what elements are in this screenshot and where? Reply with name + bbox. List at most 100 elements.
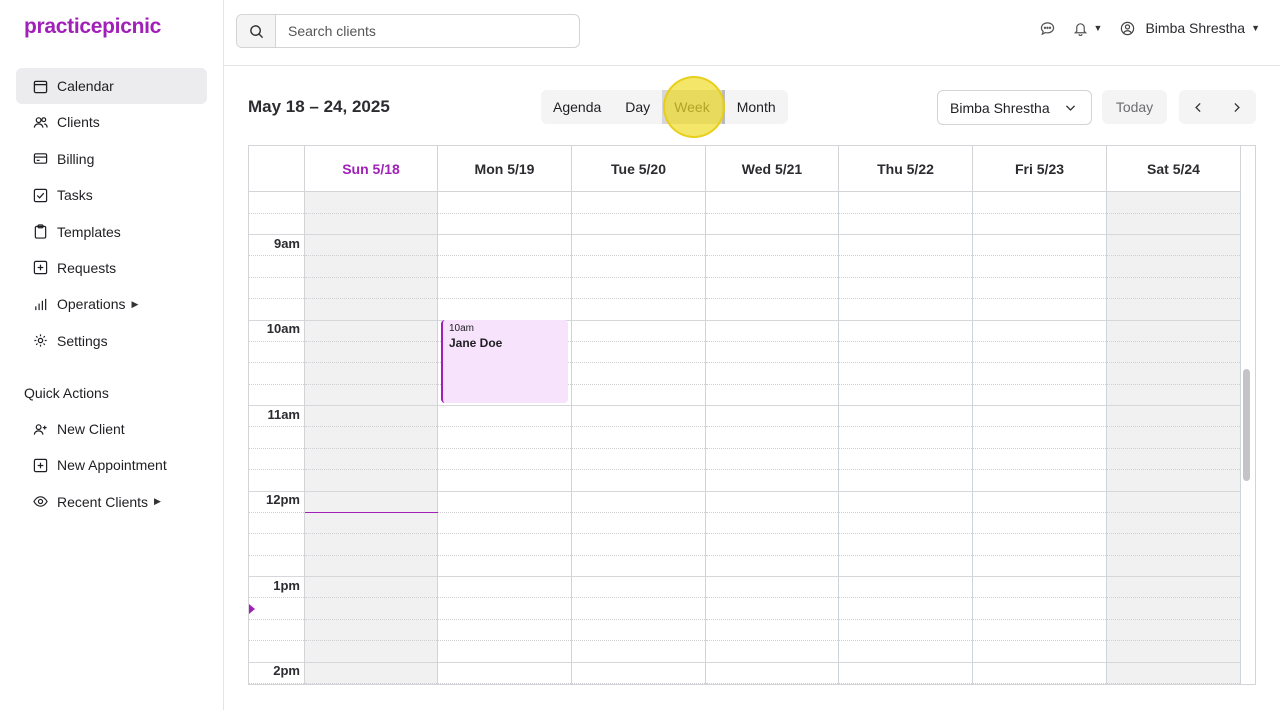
time-slot-line (839, 576, 972, 577)
event-title: Jane Doe (449, 336, 503, 350)
time-slot-line (839, 533, 972, 534)
quick-action-new-client[interactable]: New Client (16, 411, 207, 447)
plus-square-icon (32, 457, 48, 473)
time-slot-line (438, 469, 571, 470)
time-slot-line (839, 555, 972, 556)
day-column-sun[interactable] (305, 192, 438, 684)
time-slot-line (1107, 213, 1240, 214)
time-slot-line (572, 619, 705, 620)
time-slot-line (572, 683, 705, 684)
caret-down-icon: ▼ (1093, 23, 1103, 33)
chat-icon[interactable] (1040, 21, 1055, 36)
current-time-indicator (249, 604, 255, 614)
notifications-menu[interactable]: ▼ (1073, 21, 1103, 36)
quick-action-new-appointment[interactable]: New Appointment (16, 447, 207, 483)
day-column-mon[interactable] (438, 192, 572, 684)
sidebar-item-label: Settings (57, 332, 108, 349)
time-slot-line (249, 512, 304, 513)
prev-week-button[interactable] (1179, 90, 1218, 124)
sidebar-item-settings[interactable]: Settings (16, 323, 207, 359)
time-slot-line (839, 234, 972, 235)
quick-action-label: Recent Clients (57, 493, 149, 510)
gear-icon (32, 333, 48, 349)
day-header-thu[interactable]: Thu 5/22 (839, 146, 973, 192)
today-button[interactable]: Today (1102, 90, 1167, 124)
users-icon (32, 114, 48, 130)
day-column-fri[interactable] (973, 192, 1107, 684)
time-slot-line (438, 619, 571, 620)
time-slot-line (305, 683, 437, 684)
appointment-event[interactable]: 10am Jane Doe (441, 320, 568, 403)
time-slot-line (839, 405, 972, 406)
time-slot-line (572, 362, 705, 363)
time-gutter-header (249, 146, 305, 192)
time-slot-line (572, 384, 705, 385)
time-slot-line (973, 512, 1106, 513)
time-slot-line (839, 469, 972, 470)
time-slot-line (438, 405, 571, 406)
sidebar-item-tasks[interactable]: Tasks (16, 177, 207, 213)
view-agenda-button[interactable]: Agenda (541, 90, 613, 124)
time-slot-line (973, 341, 1106, 342)
day-header-sat[interactable]: Sat 5/24 (1107, 146, 1241, 192)
time-slot-line (1107, 362, 1240, 363)
view-day-button[interactable]: Day (613, 90, 662, 124)
view-week-button[interactable]: Week (662, 90, 725, 124)
time-slot-line (706, 255, 838, 256)
day-header-fri[interactable]: Fri 5/23 (973, 146, 1107, 192)
sidebar-item-operations[interactable]: Operations ▶ (16, 286, 207, 322)
sidebar-item-billing[interactable]: Billing (16, 141, 207, 177)
user-menu[interactable]: Bimba Shrestha ▼ (1120, 20, 1260, 36)
time-slot-line (438, 533, 571, 534)
main-nav: Calendar Clients Billing Tasks Templates (16, 68, 207, 359)
time-slot-line (706, 512, 838, 513)
time-slot-line (1107, 597, 1240, 598)
time-slot-line (973, 213, 1106, 214)
day-column-wed[interactable] (706, 192, 839, 684)
next-week-button[interactable] (1218, 90, 1257, 124)
time-slot-line (438, 491, 571, 492)
day-column-thu[interactable] (839, 192, 973, 684)
search-input[interactable] (276, 15, 579, 47)
hour-label: 11am (267, 407, 300, 422)
day-column-tue[interactable] (572, 192, 706, 684)
time-slot-line (249, 448, 304, 449)
time-slot-line (706, 362, 838, 363)
search-button[interactable] (237, 15, 276, 47)
day-header-sun[interactable]: Sun 5/18 (305, 146, 438, 192)
calendar-header: Sun 5/18 Mon 5/19 Tue 5/20 Wed 5/21 Thu … (249, 146, 1241, 192)
sidebar-item-calendar[interactable]: Calendar (16, 68, 207, 104)
quick-actions: New Client New Appointment Recent Client… (16, 411, 207, 520)
day-header-wed[interactable]: Wed 5/21 (706, 146, 839, 192)
view-month-button[interactable]: Month (725, 90, 788, 124)
sidebar-item-clients[interactable]: Clients (16, 104, 207, 140)
week-calendar: Sun 5/18 Mon 5/19 Tue 5/20 Wed 5/21 Thu … (248, 145, 1256, 685)
sidebar-item-requests[interactable]: Requests (16, 250, 207, 286)
time-slot-line (305, 619, 437, 620)
day-column-sat[interactable] (1107, 192, 1241, 684)
time-slot-line (305, 213, 437, 214)
app-logo[interactable]: practicepicnic (24, 15, 161, 39)
search-box (236, 14, 580, 48)
time-slot-line (572, 555, 705, 556)
sidebar-item-templates[interactable]: Templates (16, 214, 207, 250)
time-slot-line (706, 405, 838, 406)
day-header-mon[interactable]: Mon 5/19 (438, 146, 572, 192)
quick-action-recent-clients[interactable]: Recent Clients ▶ (16, 484, 207, 520)
time-slot-line (249, 234, 304, 235)
time-slot-line (572, 512, 705, 513)
time-slot-line (973, 277, 1106, 278)
day-header-tue[interactable]: Tue 5/20 (572, 146, 706, 192)
time-slot-line (249, 341, 304, 342)
time-slot-line (438, 255, 571, 256)
time-slot-line (1107, 277, 1240, 278)
provider-select[interactable]: Bimba Shrestha (937, 90, 1092, 125)
sidebar-item-label: Calendar (57, 78, 114, 94)
quick-action-label: New Client (57, 421, 125, 437)
sidebar-item-label: Operations (57, 296, 126, 313)
time-slot-line (572, 341, 705, 342)
time-slot-line (1107, 448, 1240, 449)
time-slot-line (572, 469, 705, 470)
view-toggle: Agenda Day Week Month (541, 90, 788, 124)
calendar-scrollbar[interactable] (1243, 369, 1250, 481)
